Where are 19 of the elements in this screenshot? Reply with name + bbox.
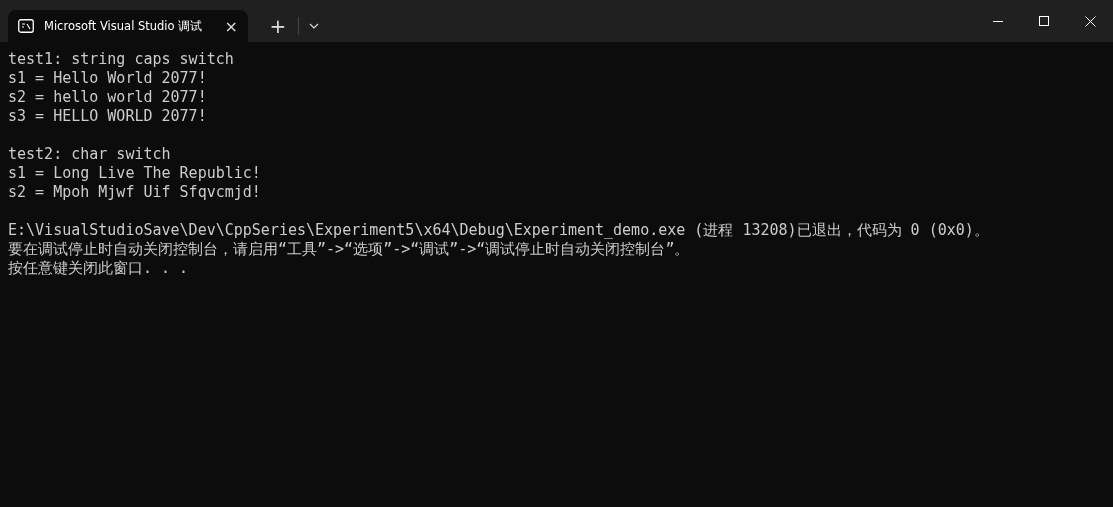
minimize-icon[interactable]	[993, 20, 1003, 22]
console-line: E:\VisualStudioSave\Dev\CppSeries\Experiment5\x64\Debug\Experiment_demo.exe (进程 13208)已退出，代码为 0 (0x0)。	[8, 221, 990, 240]
console-line: test2: char switch	[8, 145, 172, 164]
console-line: 按任意键关闭此窗口. . .	[8, 259, 190, 278]
console-line: 要在调试停止时自动关闭控制台，请启用“工具”->“选项”->“调试”->“调试停止时自动关闭控制台”。	[8, 240, 691, 259]
console-line: s1 = Hello World 2077!	[8, 69, 208, 88]
console-line: test1: string caps switch	[8, 50, 235, 69]
console-line: s1 = Long Live The Republic!	[8, 164, 262, 183]
close-icon[interactable]	[1084, 15, 1096, 27]
close-tab-button[interactable]: ×	[224, 16, 238, 36]
console-line: s2 = hello world 2077!	[8, 88, 208, 107]
terminal-icon	[18, 19, 34, 33]
maximize-icon[interactable]	[1039, 16, 1049, 26]
tab[interactable]: Microsoft Visual Studio 调试 ×	[8, 10, 248, 42]
console-line: s2 = Mpoh Mjwf Uif Sfqvcmjd!	[8, 183, 262, 202]
tab-title: Microsoft Visual Studio 调试	[44, 18, 204, 34]
chevron-down-icon[interactable]	[309, 23, 319, 29]
console-line: s3 = HELLO WORLD 2077!	[8, 107, 208, 126]
new-tab-button[interactable]: +	[264, 10, 292, 42]
